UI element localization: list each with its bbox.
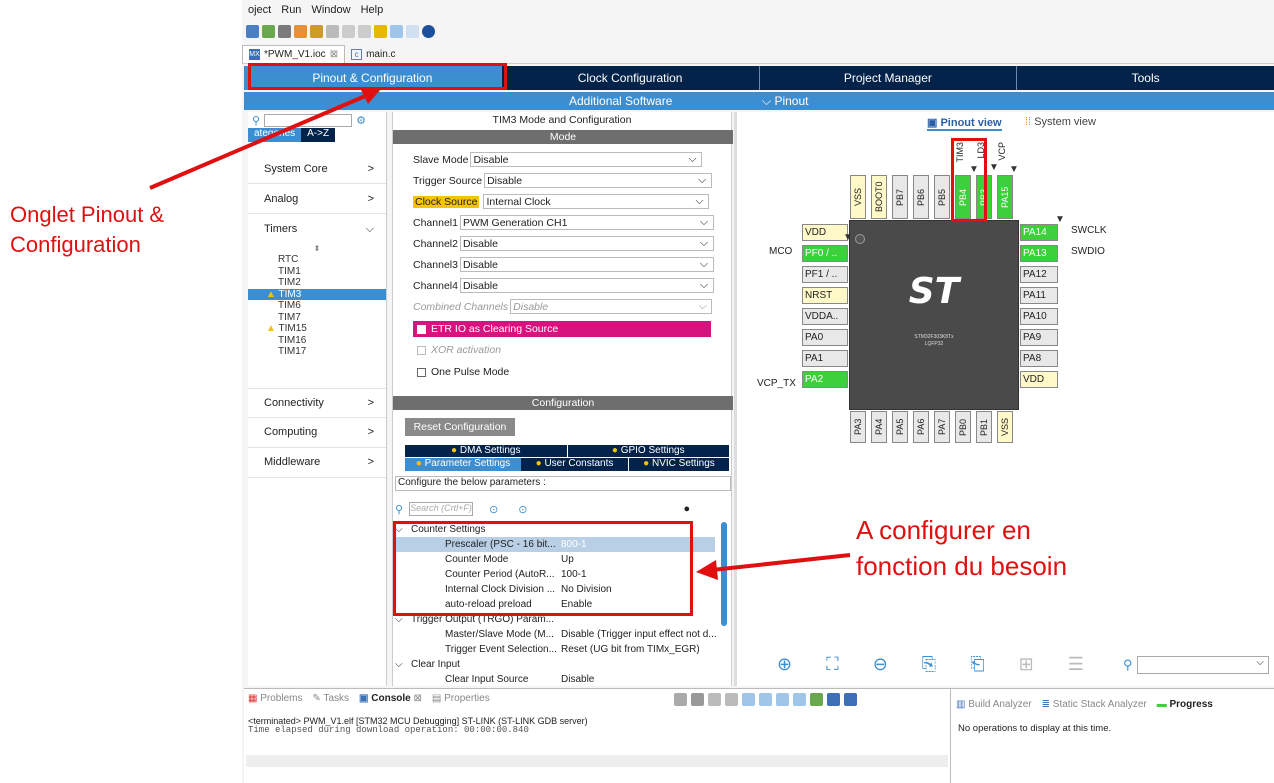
arrow-line [149, 92, 371, 190]
annotation-arrows [149, 88, 851, 580]
arrow-head [696, 560, 718, 580]
arrow-line [711, 553, 851, 572]
